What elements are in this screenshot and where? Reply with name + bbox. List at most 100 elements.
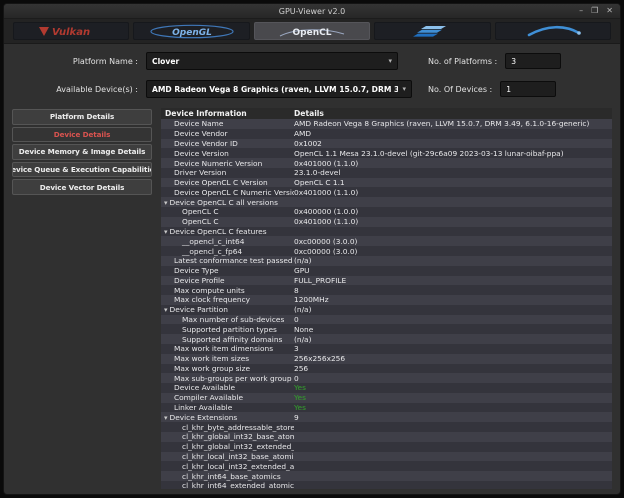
row-details-value: 256x256x256 — [294, 354, 612, 363]
table-row[interactable]: cl_khr_byte_addressable_store — [161, 422, 612, 432]
row-info-label: Max work item sizes — [174, 354, 249, 363]
tab-vdpau[interactable] — [374, 22, 490, 40]
table-row[interactable]: Device VendorAMD — [161, 129, 612, 139]
table-row[interactable]: Max sub-groups per work group0 — [161, 373, 612, 383]
row-info-label: cl_khr_byte_addressable_store — [182, 423, 294, 432]
platforms-count-label: No. of Platforms : — [428, 57, 497, 66]
table-row[interactable]: Latest conformance test passed(n/a) — [161, 256, 612, 266]
row-info-cell: Driver Version — [161, 168, 294, 177]
svg-text:Vulkan: Vulkan — [52, 27, 90, 38]
minimize-icon[interactable]: – — [579, 7, 583, 15]
row-info-cell: Latest conformance test passed — [161, 256, 294, 265]
table-row[interactable]: Device TypeGPU — [161, 266, 612, 276]
sidebar-item-device-queue-execution-capabilities[interactable]: Device Queue & Execution Capabilities — [12, 162, 152, 178]
sidebar-item-platform-details[interactable]: Platform Details — [12, 109, 152, 125]
table-row[interactable]: Device ProfileFULL_PROFILE — [161, 276, 612, 286]
table-row[interactable]: Device Available Yes — [161, 383, 612, 393]
table-row[interactable]: cl_khr_local_int32_base_atomics — [161, 452, 612, 462]
row-info-label: Device Name — [174, 119, 223, 128]
chevron-down-icon: ▾ — [388, 57, 392, 65]
sidebar-item-device-details[interactable]: Device Details — [12, 127, 152, 143]
table-row[interactable]: Max work item sizes 256x256x256 — [161, 354, 612, 364]
window-controls: – ❐ ✕ — [579, 4, 613, 18]
table-row[interactable]: __opencl_c_fp64 0xc00000 (3.0.0) — [161, 246, 612, 256]
maximize-icon[interactable]: ❐ — [591, 7, 598, 15]
table-row[interactable]: OpenCL C0x400000 (1.0.0) — [161, 207, 612, 217]
row-details-value: None — [294, 325, 612, 334]
table-row[interactable]: cl_khr_global_int32_extended_atomics — [161, 442, 612, 452]
table-row[interactable]: Compiler AvailableYes — [161, 393, 612, 403]
table-row[interactable]: Max number of sub-devices0 — [161, 315, 612, 325]
table-row[interactable]: Device OpenCL C VersionOpenCL C 1.1 — [161, 178, 612, 188]
tab-opencl[interactable]: OpenCL — [254, 22, 370, 40]
platform-name-label: Platform Name : — [12, 57, 146, 66]
row-info-label: __opencl_c_fp64 — [182, 247, 242, 256]
sidebar-item-device-vector-details[interactable]: Device Vector Details — [12, 179, 152, 195]
platform-select[interactable]: Clover ▾ — [146, 52, 398, 70]
row-info-cell: cl_khr_byte_addressable_store — [161, 423, 294, 432]
tab-opengl[interactable]: OpenGL — [133, 22, 249, 40]
row-info-cell: Compiler Available — [161, 393, 294, 402]
table-row[interactable]: ▾Device OpenCL C all versions — [161, 197, 612, 207]
expander-triangle-icon[interactable]: ▾ — [164, 228, 168, 236]
row-info-label: cl_khr_local_int32_extended_atomics — [182, 462, 294, 471]
table-row[interactable]: Linker AvailableYes — [161, 403, 612, 413]
row-info-label: Max number of sub-devices — [182, 315, 284, 324]
tab-vaapi[interactable] — [495, 22, 611, 40]
row-info-cell: Max sub-groups per work group — [161, 374, 294, 383]
row-info-label: Max sub-groups per work group — [174, 374, 292, 383]
titlebar[interactable]: GPU-Viewer v2.0 – ❐ ✕ — [4, 4, 620, 19]
row-info-cell: Supported partition types — [161, 325, 294, 334]
chevron-down-icon: ▾ — [402, 85, 406, 93]
table-row[interactable]: Supported affinity domains(n/a) — [161, 334, 612, 344]
table-row[interactable]: Driver Version23.1.0-devel — [161, 168, 612, 178]
table-row[interactable]: Device OpenCL C Numeric Version0x401000 … — [161, 187, 612, 197]
table-row[interactable]: Device NameAMD Radeon Vega 8 Graphics (r… — [161, 119, 612, 129]
available-devices-label: Available Device(s) : — [12, 85, 146, 94]
table-row[interactable]: Max work item dimensions3 — [161, 344, 612, 354]
row-details-value: 0xc00000 (3.0.0) — [294, 237, 612, 246]
table-row[interactable]: __opencl_c_int640xc00000 (3.0.0) — [161, 236, 612, 246]
row-info-label: Supported partition types — [182, 325, 277, 334]
table-row[interactable]: ▾Device Extensions9 — [161, 412, 612, 422]
close-icon[interactable]: ✕ — [606, 7, 613, 15]
table-row[interactable]: ▾Device Partition(n/a) — [161, 305, 612, 315]
row-info-cell: Supported affinity domains — [161, 335, 294, 344]
row-info-label: Device Partition — [170, 305, 228, 314]
table-row[interactable]: ▾Device OpenCL C features — [161, 227, 612, 237]
row-info-cell: cl_khr_local_int32_base_atomics — [161, 452, 294, 461]
tab-vulkan[interactable]: Vulkan — [13, 22, 129, 40]
table-row[interactable]: OpenCL C0x401000 (1.1.0) — [161, 217, 612, 227]
table-row[interactable]: cl_khr_int64_base_atomics — [161, 471, 612, 481]
row-info-label: Device Available — [174, 383, 235, 392]
sidebar-item-device-memory-image-details[interactable]: Device Memory & Image Details — [12, 144, 152, 160]
row-info-label: Linker Available — [174, 403, 232, 412]
expander-triangle-icon[interactable]: ▾ — [164, 199, 168, 207]
row-details-value: 0xc00000 (3.0.0) — [294, 247, 612, 256]
row-info-cell: cl_khr_int64_base_atomics — [161, 472, 294, 481]
table-row[interactable]: Device Vendor ID0x1002 — [161, 139, 612, 149]
row-details-value: OpenCL 1.1 Mesa 23.1.0-devel (git-29c6a0… — [294, 149, 612, 158]
devices-count-field: 1 — [500, 81, 556, 97]
table-row[interactable]: Supported partition types None — [161, 324, 612, 334]
platform-row: Platform Name : Clover ▾ No. of Platform… — [12, 51, 612, 71]
table-row[interactable]: cl_khr_global_int32_base_atomics — [161, 432, 612, 442]
table-row[interactable]: cl_khr_int64_extended_atomics — [161, 481, 612, 489]
row-details-value: 9 — [294, 413, 612, 422]
table-row[interactable]: Max clock frequency1200MHz — [161, 295, 612, 305]
table-row[interactable]: Max work group size256 — [161, 364, 612, 374]
row-details-value: Yes — [294, 383, 612, 392]
row-info-label: Device OpenCL C Version — [174, 178, 268, 187]
device-select[interactable]: AMD Radeon Vega 8 Graphics (raven, LLVM … — [146, 80, 412, 98]
table-row[interactable]: cl_khr_local_int32_extended_atomics — [161, 461, 612, 471]
row-info-cell: Device OpenCL C Numeric Version — [161, 188, 294, 197]
expander-triangle-icon[interactable]: ▾ — [164, 414, 168, 422]
table-row[interactable]: Device VersionOpenCL 1.1 Mesa 23.1.0-dev… — [161, 148, 612, 158]
table-row[interactable]: Max compute units8 — [161, 285, 612, 295]
row-info-cell: ▾Device Partition — [161, 305, 294, 314]
expander-triangle-icon[interactable]: ▾ — [164, 306, 168, 314]
table-row[interactable]: Device Numeric Version0x401000 (1.1.0) — [161, 158, 612, 168]
row-info-label: cl_khr_int64_extended_atomics — [182, 481, 294, 489]
gpu-viewer-window: GPU-Viewer v2.0 – ❐ ✕ Vulkan OpenGL Open… — [3, 3, 621, 495]
row-info-label: Supported affinity domains — [182, 335, 282, 344]
